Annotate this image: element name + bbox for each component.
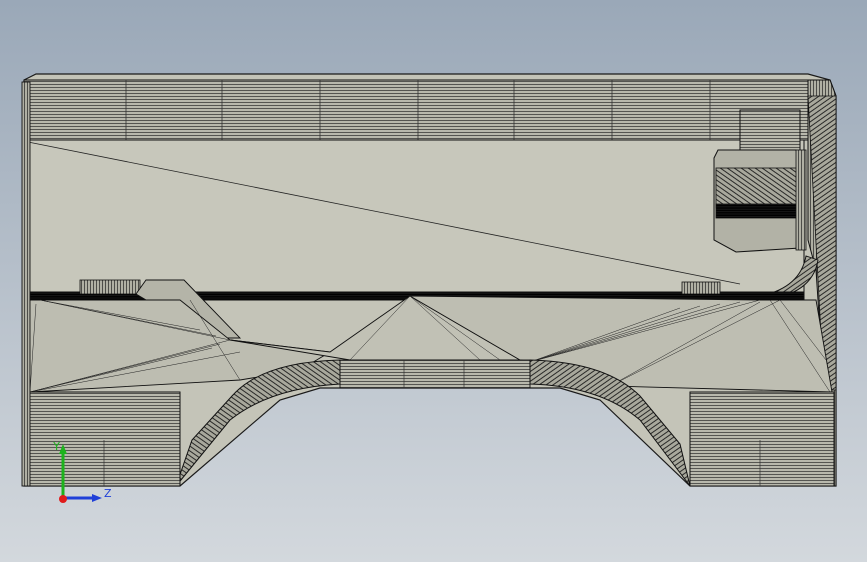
left-foot — [23, 391, 181, 487]
x-axis-point — [59, 495, 67, 503]
inner-flat-face — [23, 139, 805, 295]
left-end-face — [21, 81, 31, 487]
boss-side — [795, 149, 807, 251]
cutout-top-band — [339, 359, 531, 389]
z-axis-label: Z — [104, 487, 112, 500]
boss-small[interactable] — [739, 109, 801, 155]
z-axis-arrow — [92, 494, 102, 502]
y-axis-label: Y — [52, 440, 60, 453]
top-band — [23, 79, 809, 141]
boss-hex-facet — [715, 167, 801, 209]
model-canvas[interactable]: Y Z — [0, 0, 867, 562]
ledge-bump-left[interactable] — [79, 279, 141, 295]
boss-hex-band — [715, 203, 801, 219]
ledge-bump-right[interactable] — [681, 281, 721, 295]
right-foot — [689, 391, 835, 487]
cad-viewport[interactable]: Y Z — [0, 0, 867, 562]
